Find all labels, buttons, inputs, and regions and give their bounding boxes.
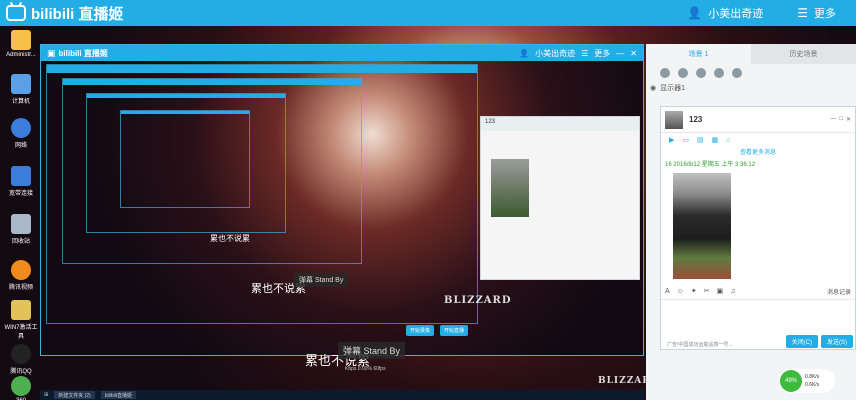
desktop-icon-network[interactable]: 网络: [2, 118, 40, 149]
close-icon[interactable]: ✕: [846, 116, 851, 123]
close-button[interactable]: 关闭(C): [785, 335, 818, 348]
user-name[interactable]: 小美出奇迹: [708, 5, 763, 21]
avatar[interactable]: [665, 110, 683, 129]
capture-chat-photo: [491, 159, 529, 217]
eye-icon[interactable]: ◉: [650, 84, 656, 92]
desktop-icon-360[interactable]: 360: [2, 376, 40, 400]
network-gauge: 49%: [780, 370, 802, 392]
remote-icon[interactable]: ⌂: [726, 137, 730, 144]
tv-icon: [6, 5, 26, 21]
video-call-icon[interactable]: ▶: [669, 136, 674, 144]
desktop-icon-recycle-bin[interactable]: 回收站: [2, 214, 40, 245]
capture-more-button[interactable]: 更多: [594, 48, 610, 59]
message-timestamp: 16 2016/8/12 星期五 上午 3:36:12: [665, 162, 756, 168]
desktop-icon-broadband[interactable]: 宽带连接: [2, 166, 40, 197]
tab-scene-1[interactable]: 场景 1: [646, 44, 751, 64]
app-title-bar: bilibili 直播姬 👤 小美出奇迹 ☰ 更多: [0, 0, 856, 26]
desktop-icon-computer[interactable]: 计算机: [2, 74, 40, 105]
ad-hint[interactable]: 广告!中国成功运载遥感一号...: [667, 341, 733, 348]
brand-logo: BLIZZARD: [444, 295, 512, 306]
capture-chat-name: 123: [485, 119, 496, 125]
desktop-icon-tencent-video[interactable]: 腾讯视频: [2, 260, 40, 291]
move-down-icon[interactable]: [678, 68, 688, 78]
qq-chat-window: 123 — □ ✕ ▶ ▭ ▤ ▦ ⌂ 查看更多消息 16 2016/8/12 …: [660, 106, 856, 350]
app-icon[interactable]: ▦: [712, 136, 719, 144]
image-icon[interactable]: ▣: [717, 287, 724, 295]
scene-item-label: 显示器1: [660, 85, 686, 92]
start-record-button[interactable]: 开始录像: [406, 325, 435, 336]
scene-item[interactable]: ◉ 显示器1: [646, 82, 856, 94]
network-widget[interactable]: 49% 0.8K/s 0.6K/s: [779, 369, 835, 393]
danmu-badge: 弹幕 Stand By: [338, 342, 406, 359]
taskbar-item-folder[interactable]: 新建文件夹 (2): [54, 391, 95, 399]
start-icon[interactable]: ⊞: [44, 392, 48, 398]
magic-icon[interactable]: ✦: [691, 287, 697, 295]
more-button[interactable]: 更多: [814, 5, 836, 21]
minimize-icon[interactable]: —: [830, 116, 836, 123]
mic-icon[interactable]: ♫: [730, 288, 735, 295]
message-input[interactable]: [661, 299, 855, 329]
desktop-icons: Administr... 计算机 网络 宽带连接 回收站 腾讯视频 WIN7激活…: [0, 26, 40, 400]
upload-rate: 0.8K/s: [805, 374, 820, 380]
user-icon[interactable]: 👤: [687, 6, 702, 20]
tab-history-scene[interactable]: 历史场景: [751, 44, 856, 64]
desktop-icon-win7-tool[interactable]: WIN7激活工具: [2, 300, 40, 340]
emoji-icon[interactable]: ☺: [677, 288, 684, 295]
add-icon[interactable]: [696, 68, 706, 78]
move-up-icon[interactable]: [660, 68, 670, 78]
capture-title: bilibili 直播姬: [58, 48, 108, 58]
capture-user-name[interactable]: 小美出奇迹: [535, 48, 575, 59]
history-button[interactable]: 消息记录: [827, 287, 851, 296]
chat-photo[interactable]: [673, 173, 731, 279]
file-icon[interactable]: ▤: [697, 136, 704, 144]
contact-name: 123: [689, 115, 703, 124]
scissors-icon[interactable]: ✂: [704, 287, 710, 295]
start-live-button[interactable]: 开始直播: [440, 325, 469, 336]
font-icon[interactable]: A: [665, 288, 670, 295]
app-logo: bilibili 直播姬: [6, 3, 124, 24]
download-rate: 0.6K/s: [805, 382, 820, 388]
menu-icon[interactable]: ☰: [581, 49, 588, 58]
desktop-icon-administrator[interactable]: Administr...: [2, 30, 40, 58]
minimize-icon[interactable]: —: [616, 49, 624, 58]
delete-icon[interactable]: [714, 68, 724, 78]
taskbar: ⊞ 新建文件夹 (2) bilibili直播姬: [40, 390, 644, 400]
tv-icon: ▣: [47, 47, 56, 58]
settings-icon[interactable]: [732, 68, 742, 78]
send-button[interactable]: 发送(S): [821, 335, 853, 348]
danmu-badge-small: 弹幕 Stand By: [294, 273, 349, 287]
capture-chat-panel: 123: [480, 116, 640, 280]
recursive-frame: [120, 110, 250, 208]
taskbar-item-bilibili[interactable]: bilibili直播姬: [100, 391, 136, 399]
stream-stats: Kbps 0.00% 60fps: [345, 366, 386, 372]
app-logo-text: bilibili 直播姬: [31, 5, 124, 23]
capture-title-bar: ▣ bilibili 直播姬 👤 小美出奇迹 ☰ 更多 — ✕: [41, 45, 643, 61]
menu-icon[interactable]: ☰: [797, 6, 808, 20]
history-link[interactable]: 查看更多消息: [661, 147, 855, 159]
maximize-icon[interactable]: □: [839, 116, 843, 123]
desktop-icon-qq[interactable]: 腾讯QQ: [2, 344, 40, 375]
overlay-text-small: 累也不说累: [210, 234, 250, 243]
close-icon[interactable]: ✕: [630, 49, 637, 58]
user-icon[interactable]: 👤: [519, 49, 529, 58]
screen-share-icon[interactable]: ▭: [682, 136, 689, 144]
